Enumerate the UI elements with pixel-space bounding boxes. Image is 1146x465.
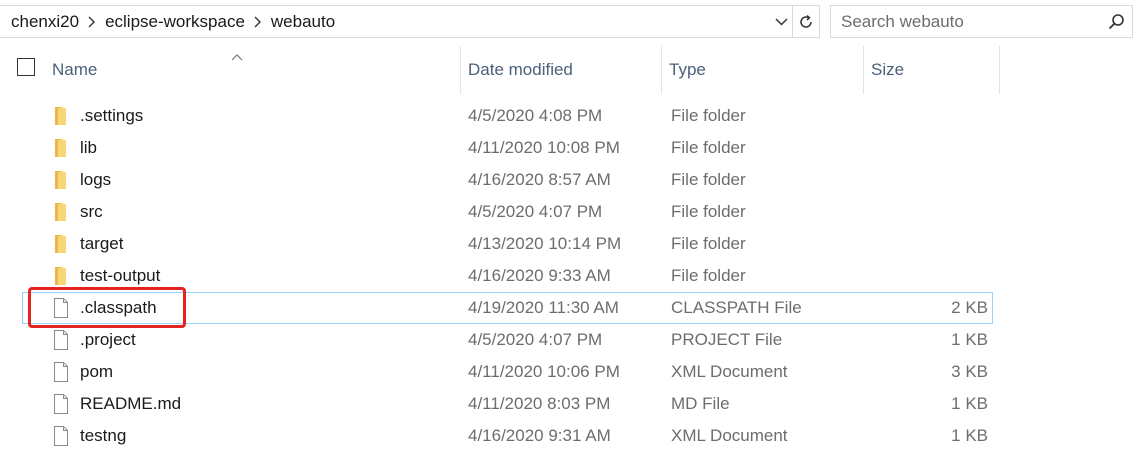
file-row[interactable]: logs 4/16/2020 8:57 AM File folder (0, 164, 1146, 196)
file-name[interactable]: target (80, 228, 123, 260)
column-header-date-modified[interactable]: Date modified (461, 46, 662, 94)
file-date-modified: 4/11/2020 10:06 PM (468, 362, 620, 381)
file-size (870, 132, 988, 164)
file-row[interactable]: .project 4/5/2020 4:07 PM PROJECT File 1 KB (0, 324, 1146, 356)
file-name[interactable]: .settings (80, 100, 143, 132)
search-box[interactable] (830, 5, 1133, 38)
file-size (870, 164, 988, 196)
file-type: File folder (671, 266, 746, 285)
folder-icon (52, 234, 70, 254)
file-date-modified: 4/16/2020 9:33 AM (468, 266, 611, 285)
address-history-dropdown[interactable] (770, 6, 792, 37)
column-header-date-label: Date modified (468, 60, 573, 79)
file-date-modified: 4/11/2020 10:08 PM (468, 138, 620, 157)
file-type: File folder (671, 138, 746, 157)
file-size: 1 KB (951, 426, 988, 445)
file-size: 3 KB (951, 362, 988, 381)
column-header-size-label: Size (871, 60, 905, 79)
file-name[interactable]: src (80, 196, 103, 228)
folder-icon (52, 170, 70, 190)
file-type: File folder (671, 170, 746, 189)
file-date-modified: 4/16/2020 9:31 AM (468, 426, 611, 445)
file-name[interactable]: lib (80, 132, 97, 164)
chevron-right-icon[interactable] (249, 16, 267, 28)
breadcrumb: chenxi20 eclipse-workspace webauto (0, 6, 770, 37)
breadcrumb-item-chenxi20[interactable]: chenxi20 (7, 12, 83, 32)
file-type: File folder (671, 106, 746, 125)
file-icon (52, 426, 70, 446)
file-date-modified: 4/11/2020 8:03 PM (468, 394, 611, 413)
column-header-name-label: Name (52, 60, 98, 79)
refresh-button[interactable] (792, 6, 819, 37)
annotation-highlight-box (28, 287, 186, 328)
file-date-modified: 4/5/2020 4:07 PM (468, 330, 603, 349)
file-date-modified: 4/13/2020 10:14 PM (468, 234, 622, 253)
column-header-type[interactable]: Type (662, 46, 864, 94)
file-size (870, 196, 988, 228)
search-icon[interactable] (1100, 13, 1132, 30)
file-name[interactable]: logs (80, 164, 111, 196)
refresh-icon (800, 14, 812, 28)
file-row[interactable]: target 4/13/2020 10:14 PM File folder (0, 228, 1146, 260)
file-row[interactable]: pom 4/11/2020 10:06 PM XML Document 3 KB (0, 356, 1146, 388)
column-header-type-label: Type (669, 60, 706, 79)
chevron-right-icon[interactable] (83, 16, 101, 28)
file-size: 2 KB (951, 298, 988, 317)
file-row[interactable]: lib 4/11/2020 10:08 PM File folder (0, 132, 1146, 164)
file-size (870, 100, 988, 132)
file-row[interactable]: testng 4/16/2020 9:31 AM XML Document 1 KB (0, 420, 1146, 452)
column-header-size[interactable]: Size (864, 46, 1000, 94)
file-date-modified: 4/5/2020 4:08 PM (468, 106, 603, 125)
file-type: MD File (671, 394, 730, 413)
chevron-down-icon (774, 17, 788, 26)
file-size: 1 KB (951, 330, 988, 349)
file-type: XML Document (671, 426, 788, 445)
breadcrumb-item-eclipse-workspace[interactable]: eclipse-workspace (101, 12, 249, 32)
file-row[interactable]: .settings 4/5/2020 4:08 PM File folder (0, 100, 1146, 132)
file-name[interactable]: pom (80, 356, 113, 388)
file-icon (52, 394, 70, 414)
file-type: PROJECT File (671, 330, 783, 349)
folder-icon (52, 138, 70, 158)
file-icon (52, 330, 70, 350)
breadcrumb-item-webauto[interactable]: webauto (267, 12, 339, 32)
file-row[interactable]: src 4/5/2020 4:07 PM File folder (0, 196, 1146, 228)
file-name[interactable]: .project (80, 324, 136, 356)
file-size (870, 260, 988, 292)
folder-icon (52, 106, 70, 126)
file-date-modified: 4/19/2020 11:30 AM (468, 298, 619, 317)
file-icon (52, 362, 70, 382)
file-type: File folder (671, 234, 746, 253)
file-date-modified: 4/16/2020 8:57 AM (468, 170, 611, 189)
file-type: File folder (671, 202, 746, 221)
folder-icon (52, 266, 70, 286)
search-input[interactable] (831, 6, 1100, 37)
file-row[interactable]: README.md 4/11/2020 8:03 PM MD File 1 KB (0, 388, 1146, 420)
file-date-modified: 4/5/2020 4:07 PM (468, 202, 603, 221)
file-size: 1 KB (951, 394, 988, 413)
file-type: XML Document (671, 362, 788, 381)
file-name[interactable]: testng (80, 420, 126, 452)
column-header-name[interactable]: Name (45, 46, 461, 94)
column-header-row: Name Date modified Type Size (0, 46, 1146, 94)
file-type: CLASSPATH File (671, 298, 802, 317)
select-all-checkbox[interactable] (17, 58, 35, 76)
folder-icon (52, 202, 70, 222)
address-bar[interactable]: chenxi20 eclipse-workspace webauto (0, 5, 820, 38)
file-size (870, 228, 988, 260)
file-name[interactable]: README.md (80, 388, 181, 420)
